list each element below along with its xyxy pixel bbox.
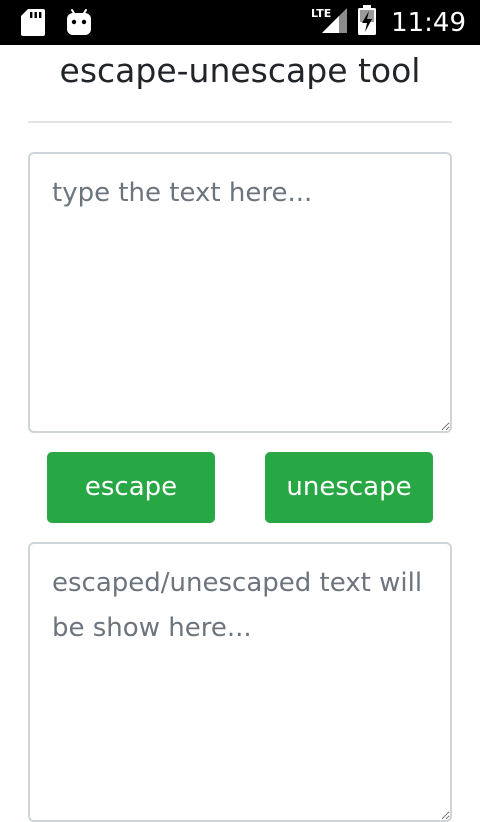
escape-button[interactable]: escape xyxy=(47,452,215,523)
page-title: escape-unescape tool xyxy=(59,51,421,90)
input-text-area[interactable] xyxy=(28,152,452,433)
app-page: escape-unescape tool escape unescape xyxy=(0,45,480,822)
title-divider xyxy=(28,121,452,123)
network-type-label: LTE xyxy=(311,7,331,20)
android-icon xyxy=(66,9,92,41)
output-text-area[interactable] xyxy=(28,542,452,822)
status-bar: LTE 11:49 xyxy=(0,0,480,45)
lte-signal-icon: LTE xyxy=(311,6,349,39)
status-time: 11:49 xyxy=(391,7,466,38)
battery-icon xyxy=(357,5,377,40)
unescape-button[interactable]: unescape xyxy=(265,452,433,523)
sd-card-icon xyxy=(21,9,45,41)
